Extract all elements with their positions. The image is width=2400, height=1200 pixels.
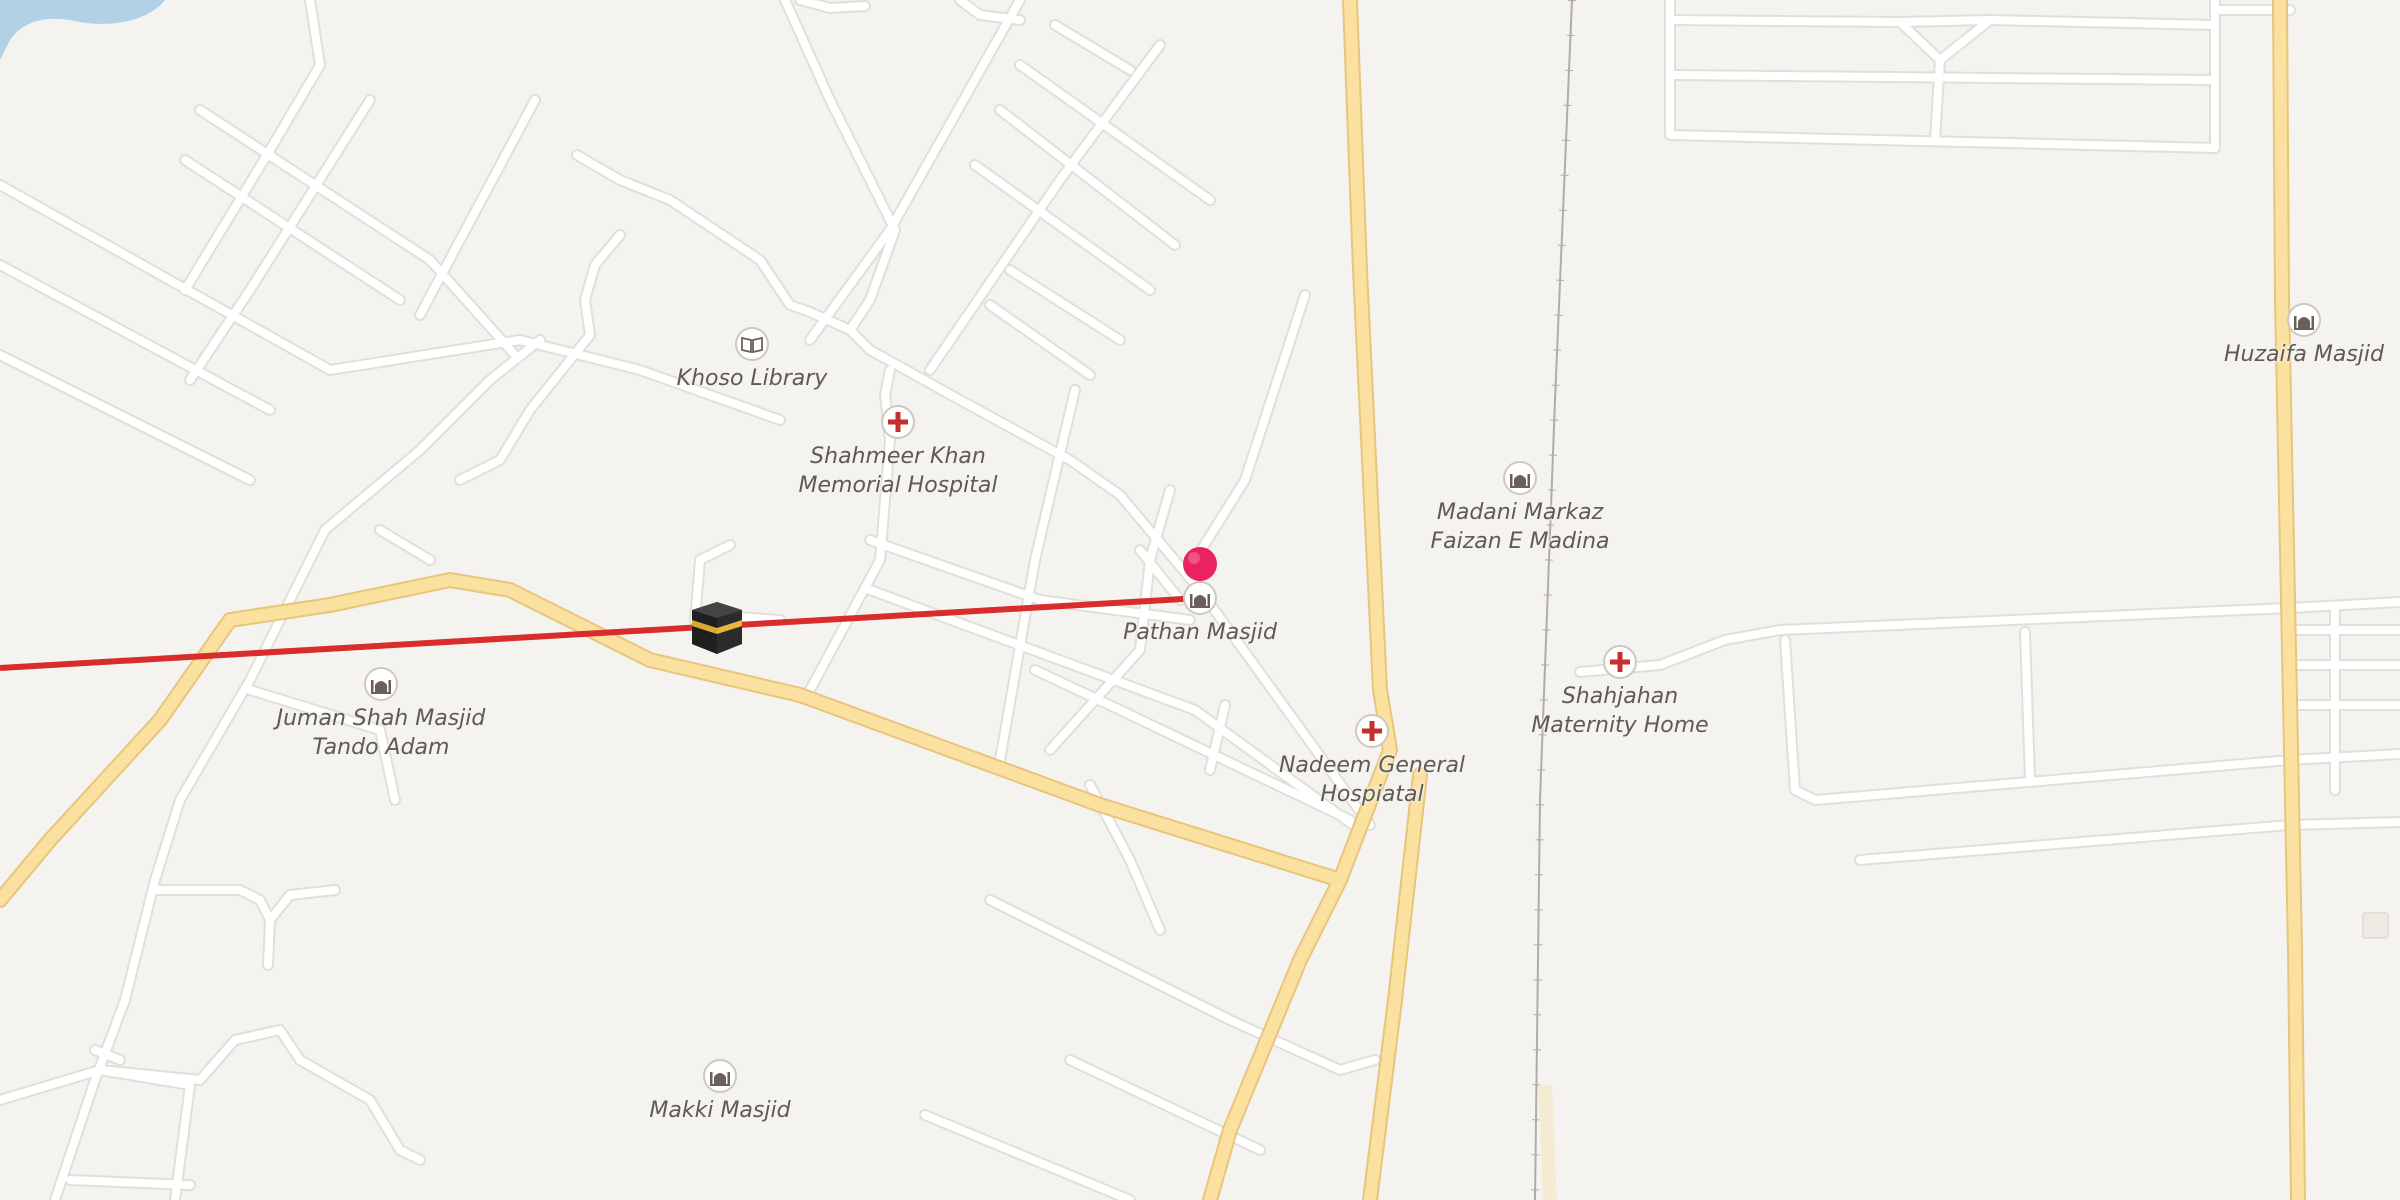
poi-label-line-2: Faizan E Madina [1430,529,1610,554]
poi-label-line-2: Tando Adam [312,735,450,760]
hospital-cross-icon [881,405,915,439]
poi-label-line-2: Maternity Home [1531,713,1709,738]
water-body [0,0,165,60]
mosque-icon [703,1059,737,1093]
poi-label-line-2: Hospiatal [1320,782,1424,807]
poi-madani-markaz[interactable]: Madani Markaz Faizan E Madina [1400,460,1640,556]
poi-label-line-1: Shahmeer Khan [810,444,986,469]
poi-label-line-1: Madani Markaz [1436,500,1604,525]
hospital-cross-icon [1603,645,1637,679]
poi-juman-shah-masjid[interactable]: Juman Shah Masjid Tando Adam [256,666,506,762]
poi-pathan-masjid[interactable]: Pathan Masjid [1100,580,1300,647]
poi-label-line-2: Memorial Hospital [798,473,998,498]
poi-shahmeer-khan-hospital[interactable]: Shahmeer Khan Memorial Hospital [778,404,1018,500]
poi-label-line-1: Nadeem General [1278,753,1466,778]
building-footprint [2362,912,2389,939]
poi-label: Huzaifa Masjid [2224,342,2384,367]
mosque-icon [1183,581,1217,615]
poi-makki-masjid[interactable]: Makki Masjid [620,1058,820,1125]
poi-shahjahan-maternity[interactable]: Shahjahan Maternity Home [1500,644,1740,740]
book-icon [735,327,769,361]
railway-line [1534,0,1573,1200]
mosque-icon [2287,303,2321,337]
mosque-icon [1503,461,1537,495]
poi-khoso-library[interactable]: Khoso Library [660,326,844,393]
kaaba-icon[interactable] [688,598,746,658]
path-segment [1538,1084,1557,1200]
map-view[interactable]: Khoso Library Shahmeer Khan Memorial Hos… [0,0,2400,1200]
poi-nadeem-general-hospital[interactable]: Nadeem General Hospiatal [1252,713,1492,809]
hospital-cross-icon [1355,714,1389,748]
poi-label-line-1: Juman Shah Masjid [276,706,486,731]
poi-label: Pathan Masjid [1123,620,1277,645]
poi-label-line-1: Shahjahan [1561,684,1679,709]
mosque-icon [364,667,398,701]
poi-label: Khoso Library [676,366,828,391]
poi-label: Makki Masjid [649,1098,791,1123]
poi-huzaifa-masjid[interactable]: Huzaifa Masjid [2212,302,2396,369]
